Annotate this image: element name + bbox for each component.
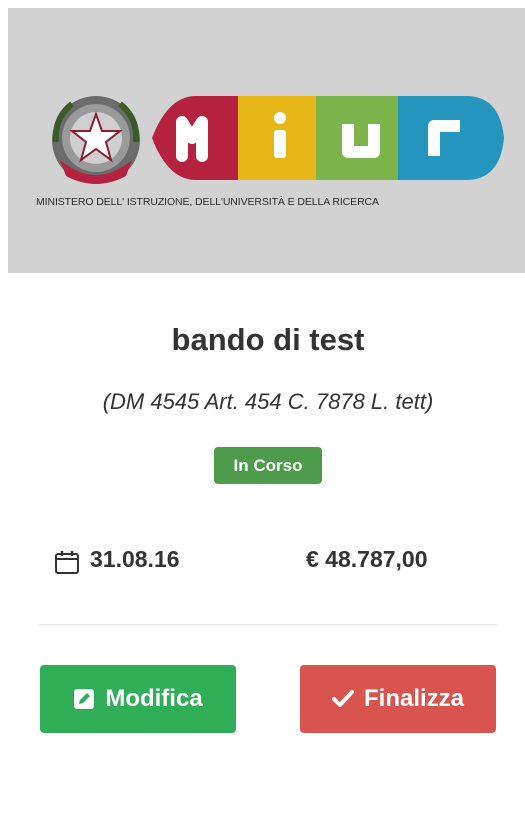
deadline-date: 31.08.16 [90, 546, 180, 572]
italian-republic-emblem-icon [52, 96, 140, 184]
bando-card: MINISTERO DELL' ISTRUZIONE, DELL'UNIVERS… [0, 0, 525, 821]
miur-logo [152, 96, 504, 180]
finalize-button-label: Finalizza [363, 685, 465, 712]
bando-reference: (DM 4545 Art. 454 C. 7878 L. tett) [102, 389, 434, 414]
divider [39, 624, 497, 625]
status-badge: In Corso [214, 447, 322, 484]
calendar-icon [55, 551, 79, 574]
edit-button[interactable]: Modifica [40, 665, 236, 733]
edit-button-label: Modifica [105, 685, 203, 712]
bando-amount: € 48.787,00 [306, 546, 428, 572]
ministry-name: MINISTERO DELL' ISTRUZIONE, DELL'UNIVERS… [36, 196, 379, 208]
edit-square-icon [74, 689, 95, 709]
miur-banner-image: MINISTERO DELL' ISTRUZIONE, DELL'UNIVERS… [8, 8, 525, 273]
check-icon [331, 690, 354, 707]
finalize-button[interactable]: Finalizza [300, 665, 496, 733]
bando-title: bando di test [171, 322, 365, 357]
